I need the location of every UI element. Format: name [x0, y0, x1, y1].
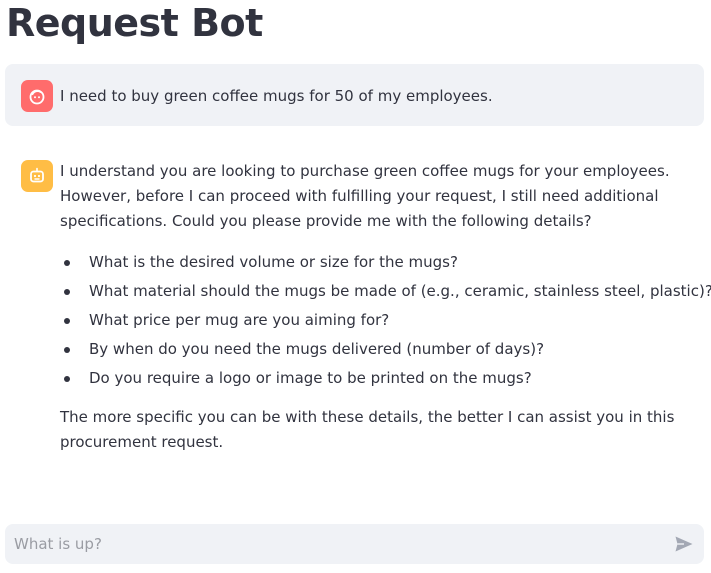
user-message: I need to buy green coffee mugs for 50 o… — [5, 64, 704, 126]
bullet — [64, 260, 70, 266]
chat-input-bar — [5, 524, 704, 564]
user-message-text: I need to buy green coffee mugs for 50 o… — [60, 87, 493, 105]
list-item: What material should the mugs be made of… — [60, 279, 711, 308]
assistant-outro: The more specific you can be with these … — [60, 408, 675, 451]
bullet — [64, 289, 70, 295]
list-item: Do you require a logo or image to be pri… — [60, 366, 705, 395]
page-title: Request Bot — [6, 1, 263, 45]
assistant-intro: I understand you are looking to purchase… — [60, 162, 670, 230]
list-item: By when do you need the mugs delivered (… — [60, 337, 705, 366]
bullet — [64, 318, 70, 324]
bullet — [64, 376, 70, 382]
bullet — [64, 347, 70, 353]
list-item: What price per mug are you aiming for? — [60, 308, 705, 337]
user-avatar-icon — [21, 80, 53, 112]
send-button[interactable] — [672, 533, 696, 555]
chat-input[interactable] — [5, 524, 654, 564]
list-item: What is the desired volume or size for t… — [60, 250, 705, 279]
send-icon — [675, 536, 693, 552]
assistant-message: I understand you are looking to purchase… — [60, 159, 711, 455]
question-list: What is the desired volume or size for t… — [60, 250, 711, 395]
robot-icon — [21, 160, 53, 192]
